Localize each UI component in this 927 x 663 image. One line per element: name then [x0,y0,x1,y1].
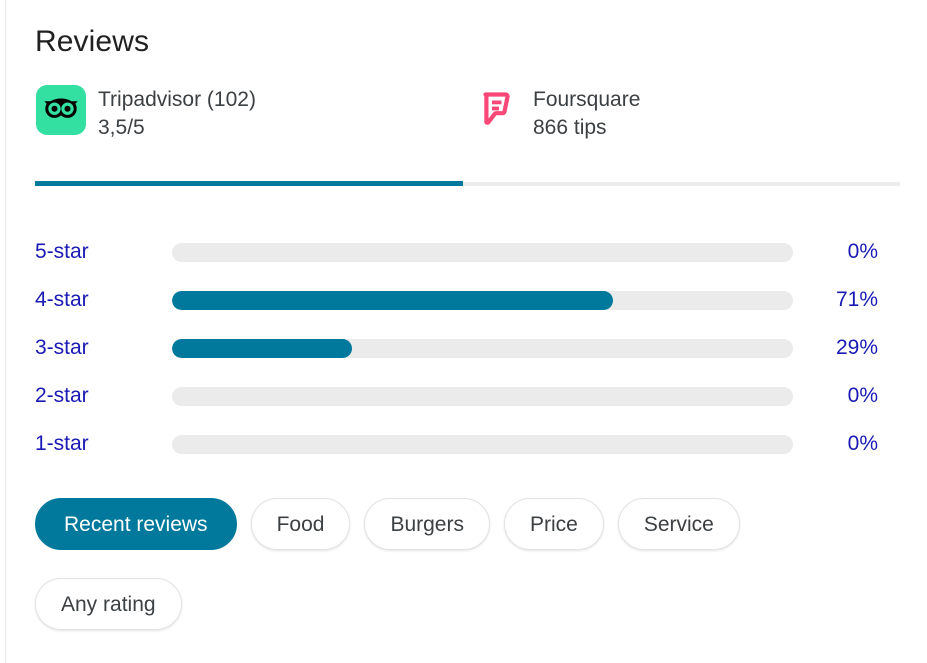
rating-distribution: 5-star 0% 4-star 71% 3-star 29% 2-star 0… [35,228,893,468]
rating-label-3-star[interactable]: 3-star [35,334,172,362]
rating-bar-track-1-star[interactable] [172,434,793,454]
foursquare-icon [470,84,522,136]
rating-bar-track-2-star[interactable] [172,386,793,406]
rating-bar-track-5-star[interactable] [172,242,793,262]
filter-chip-price[interactable]: Price [503,498,604,550]
page-title: Reviews [35,25,150,58]
source-tripadvisor[interactable]: Tripadvisor (102) 3,5/5 [35,84,470,142]
rating-label-2-star[interactable]: 2-star [35,382,172,410]
rating-row: 4-star 71% [35,276,893,324]
source-name: Foursquare [533,88,641,111]
rating-row: 3-star 29% [35,324,893,372]
rating-bar-track-3-star[interactable] [172,338,793,358]
filter-chip-recent-reviews[interactable]: Recent reviews [35,498,237,550]
filter-chip-service[interactable]: Service [617,498,740,550]
filter-chip-burgers[interactable]: Burgers [364,498,490,550]
rating-row: 1-star 0% [35,420,893,468]
source-tab-indicator-track [35,181,900,186]
rating-bar-track-4-star[interactable] [172,290,793,310]
source-text-tripadvisor: Tripadvisor (102) 3,5/5 [98,84,256,142]
rating-bar-fill-4-star [172,290,613,310]
filter-chip-food[interactable]: Food [250,498,351,550]
reviews-panel: Reviews Tripadvisor (102) 3,5/5 Foursqua… [0,0,927,663]
review-sources: Tripadvisor (102) 3,5/5 Foursquare 866 t… [35,84,895,142]
rating-percent-2-star: 0% [847,384,878,407]
rating-percent-3-star: 29% [835,336,878,359]
source-text-foursquare: Foursquare 866 tips [533,84,640,142]
rating-label-1-star[interactable]: 1-star [35,430,172,458]
rating-row: 2-star 0% [35,372,893,420]
panel-left-divider [5,0,6,663]
review-filter-chips: Recent reviews Food Burgers Price Servic… [35,498,895,630]
rating-percent-4-star: 71% [835,288,878,311]
rating-row: 5-star 0% [35,228,893,276]
source-tab-indicator-active [35,181,463,186]
rating-label-5-star[interactable]: 5-star [35,238,172,266]
rating-percent-1-star: 0% [847,432,878,455]
source-detail: 866 tips [533,116,607,139]
source-detail: 3,5/5 [98,116,145,139]
rating-percent-5-star: 0% [847,240,878,263]
source-foursquare[interactable]: Foursquare 866 tips [470,84,640,142]
rating-bar-fill-3-star [172,338,353,358]
filter-chip-any-rating[interactable]: Any rating [35,578,182,630]
source-name: Tripadvisor (102) [98,88,256,111]
rating-label-4-star[interactable]: 4-star [35,286,172,314]
tripadvisor-icon [35,84,87,136]
